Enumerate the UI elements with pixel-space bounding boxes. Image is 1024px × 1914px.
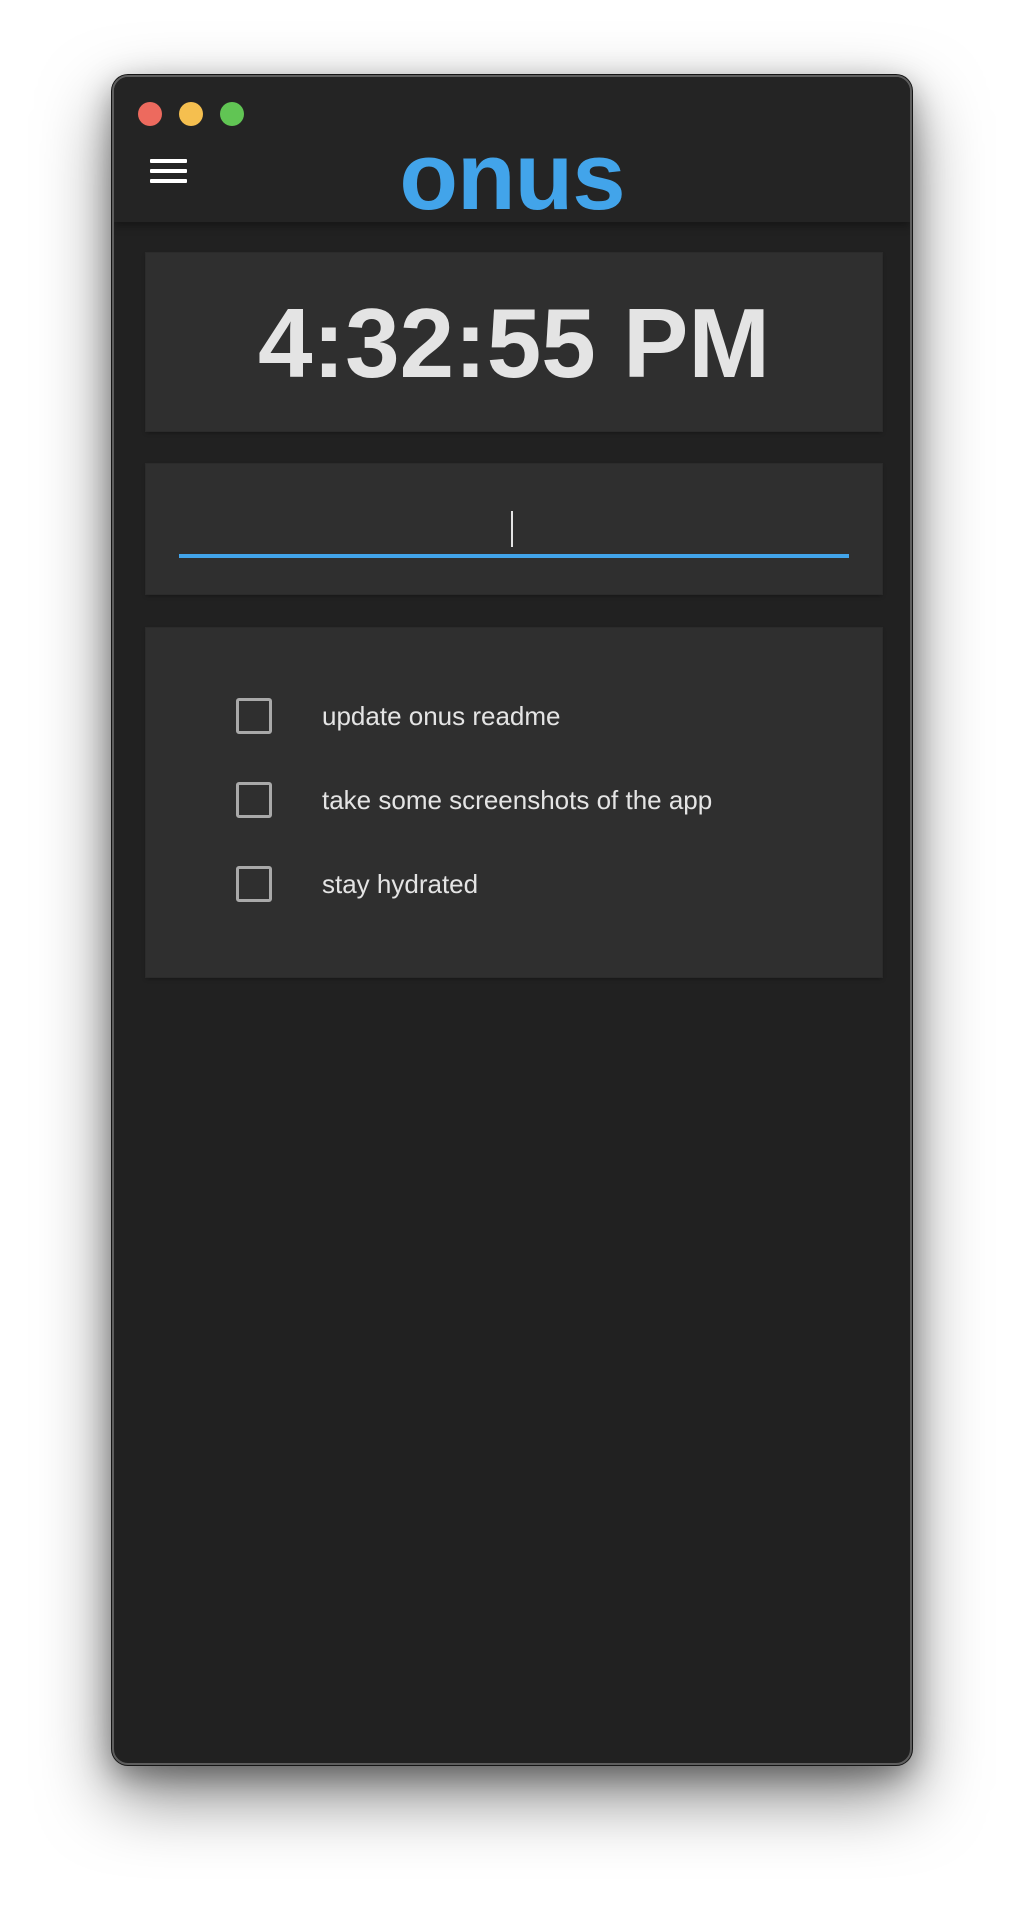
todo-label: update onus readme — [322, 701, 561, 731]
app-title: onus — [399, 123, 625, 230]
text-caret — [511, 511, 513, 547]
app-window: onus 4:32:55 PM update onus readme take … — [112, 75, 912, 1765]
minimize-window-button[interactable] — [179, 102, 203, 126]
todo-checkbox[interactable] — [236, 782, 272, 818]
clock-card: 4:32:55 PM — [146, 253, 882, 431]
todo-item[interactable]: stay hydrated — [146, 854, 882, 914]
todo-label: stay hydrated — [322, 869, 479, 899]
task-input-card — [146, 464, 882, 594]
todo-item[interactable]: update onus readme — [146, 686, 882, 746]
todo-label: take some screenshots of the app — [322, 785, 713, 815]
app-header: onus — [114, 77, 910, 227]
todo-checkbox[interactable] — [236, 698, 272, 734]
todo-item[interactable]: take some screenshots of the app — [146, 770, 882, 830]
todo-list: update onus readme take some screenshots… — [146, 628, 882, 977]
close-window-button[interactable] — [138, 102, 162, 126]
todo-checkbox[interactable] — [236, 866, 272, 902]
maximize-window-button[interactable] — [220, 102, 244, 126]
new-task-input[interactable] — [179, 506, 849, 558]
clock-time: 4:32:55 PM — [257, 288, 770, 398]
